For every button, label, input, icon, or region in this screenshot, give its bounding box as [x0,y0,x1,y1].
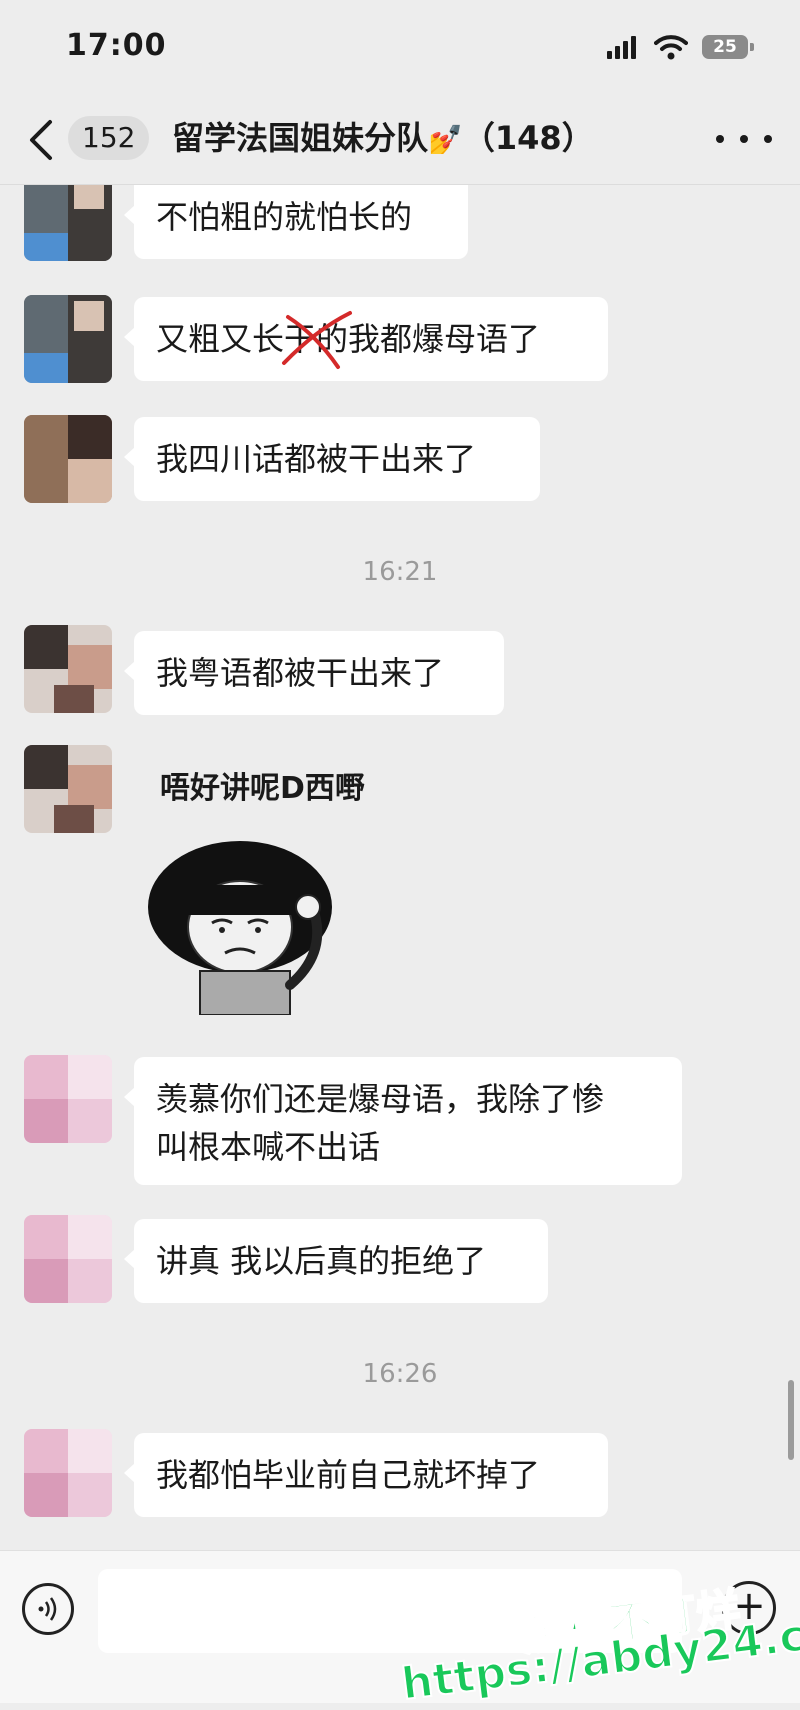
voice-icon [38,1597,57,1621]
scrollbar[interactable] [788,1380,794,1460]
message-text: 讲真 我以后真的拒绝了 [156,1242,487,1280]
chat-title[interactable]: 留学法国姐妹分队💅（148） [172,116,594,162]
avatar[interactable] [24,415,112,503]
status-bar: 17:00 25 [0,0,800,96]
message-bubble[interactable]: 又粗又长干的我都爆母语了 [124,297,608,381]
dot-icon [740,135,748,143]
nail-polish-emoji: 💅 [428,123,463,156]
message-bubble[interactable]: 我都怕毕业前自己就坏掉了 [124,1433,608,1517]
message-text-line: 叫根本喊不出话 [156,1128,381,1166]
message-text: 我粤语都被干出来了 [156,654,445,692]
avatar[interactable] [24,1055,112,1143]
group-name: 留学法国姐妹分队 [172,119,429,157]
avatar[interactable] [24,185,112,261]
dot-icon [764,135,772,143]
meme-sticker-image[interactable] [140,835,350,1015]
status-time: 17:00 [66,28,167,63]
red-cross-mark-icon [282,311,352,369]
avatar[interactable] [24,1215,112,1303]
battery-icon: 25 [702,35,754,59]
avatar[interactable] [24,625,112,713]
more-options-button[interactable] [716,124,772,154]
chat-area[interactable]: 不怕粗的就怕长的 又粗又长干的我都爆母语了 我四川话都被干出来了 16:21 我… [0,185,800,1550]
avatar[interactable] [24,295,112,383]
signal-icon [607,36,636,59]
sticker-caption: 唔好讲呢D西嘢 [160,771,365,806]
member-count: （148） [462,119,594,157]
message-bubble[interactable]: 讲真 我以后真的拒绝了 [124,1219,548,1303]
voice-input-button[interactable] [22,1583,74,1635]
message-text: 我四川话都被干出来了 [156,440,477,478]
message-text-line: 羡慕你们还是爆母语，我除了惨 [156,1080,605,1118]
message-bubble[interactable]: 不怕粗的就怕长的 [124,185,468,259]
message-text: 不怕粗的就怕长的 [156,198,413,236]
timestamp: 16:21 [362,557,438,587]
message-text: 我都怕毕业前自己就坏掉了 [156,1456,541,1494]
timestamp: 16:26 [362,1359,438,1389]
back-arrow-icon[interactable] [26,118,56,162]
message-bubble[interactable]: 我粤语都被干出来了 [124,631,504,715]
message-bubble[interactable]: 我四川话都被干出来了 [124,417,540,501]
chat-header: 152 留学法国姐妹分队💅（148） [0,96,800,185]
message-bubble[interactable]: 羡慕你们还是爆母语，我除了惨 叫根本喊不出话 [124,1057,682,1185]
avatar[interactable] [24,1429,112,1517]
avatar[interactable] [24,745,112,833]
wifi-icon [654,35,688,60]
unread-count-badge[interactable]: 152 [68,116,150,160]
system-icons: 25 [606,34,754,60]
dot-icon [716,135,724,143]
